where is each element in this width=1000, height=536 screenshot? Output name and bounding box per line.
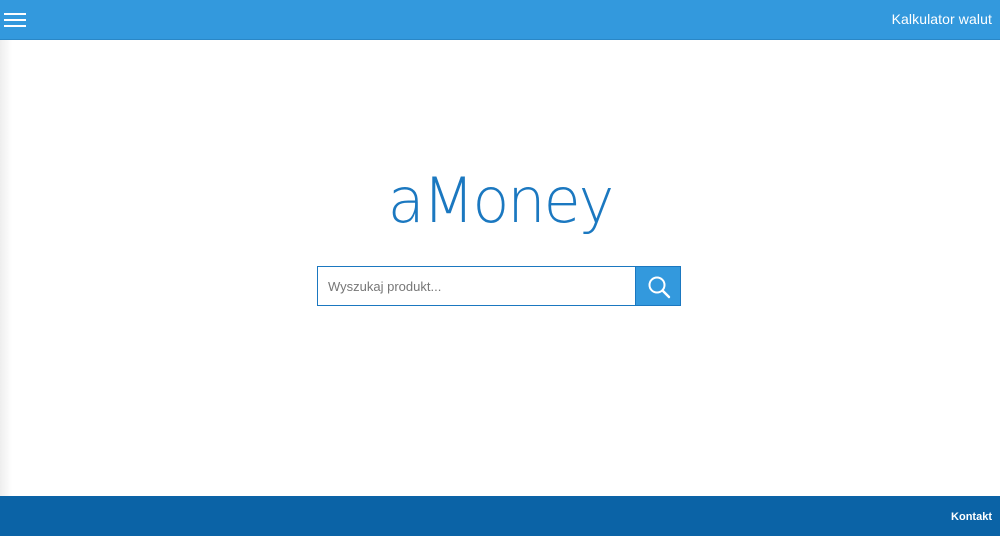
menu-bar-line xyxy=(4,13,26,15)
site-logo: aMoney xyxy=(387,164,615,237)
left-edge-shadow xyxy=(0,40,12,496)
footer-bar: Kontakt xyxy=(0,496,1000,536)
currency-calculator-link[interactable]: Kalkulator walut xyxy=(892,11,992,27)
contact-link[interactable]: Kontakt xyxy=(951,511,992,523)
top-navigation-bar: Kalkulator walut xyxy=(0,0,1000,40)
search-icon xyxy=(648,276,671,299)
menu-bar-line xyxy=(4,19,26,21)
menu-bar-line xyxy=(4,25,26,27)
search-input[interactable] xyxy=(317,266,635,306)
hamburger-menu-icon[interactable] xyxy=(4,12,26,28)
main-content: aMoney xyxy=(0,40,1000,496)
search-button[interactable] xyxy=(635,266,681,306)
search-form xyxy=(317,266,681,306)
page: Kalkulator walut aMoney Kontakt xyxy=(0,0,1000,536)
